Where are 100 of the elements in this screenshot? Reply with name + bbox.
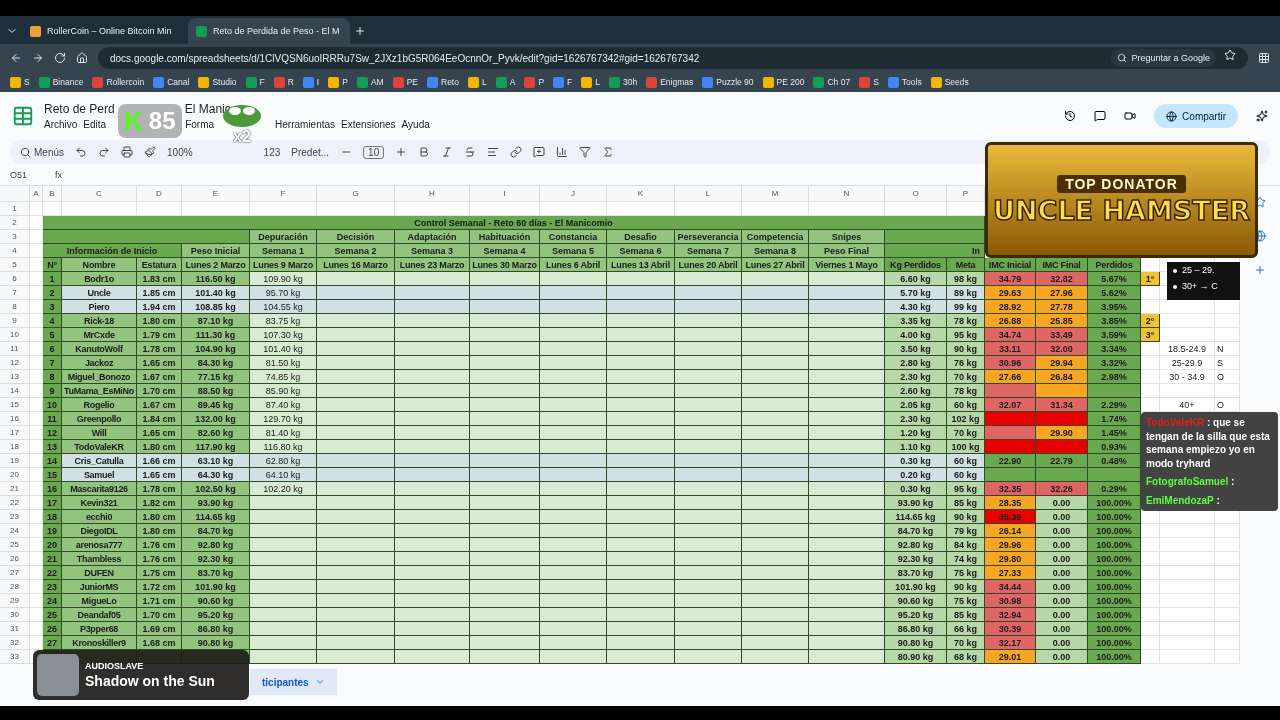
row-number[interactable]: 1 (0, 202, 30, 216)
row-number[interactable]: 30 (0, 608, 30, 622)
address-bar[interactable]: docs.google.com/spreadsheets/d/1ClVQSN6uoIRRRu7Sw_2JXz1bG5R064EeOcnnOr_Pyvk/edit?gid=1626767342#gid=1626767342 Preguntar a Google (98, 47, 1248, 69)
row-number[interactable]: 32 (0, 636, 30, 650)
row-number[interactable]: 19 (0, 454, 30, 468)
row-number[interactable]: 21 (0, 482, 30, 496)
row-number[interactable]: 28 (0, 580, 30, 594)
column-header[interactable]: I (470, 186, 540, 202)
row-number[interactable]: 2 (0, 216, 30, 230)
bookmark[interactable]: Tools (887, 76, 922, 88)
bookmark[interactable]: Puzzle 90 (702, 76, 754, 88)
bookmark[interactable]: AM (356, 76, 384, 88)
row-number[interactable]: 4 (0, 244, 30, 258)
bookmark[interactable]: Enigmas (646, 76, 694, 88)
column-header[interactable]: H (395, 186, 470, 202)
font-size-field[interactable]: 10 (363, 145, 385, 159)
menu-item[interactable]: Edita (83, 119, 107, 130)
row-number[interactable]: 5 (0, 258, 30, 272)
column-header[interactable]: M (742, 186, 809, 202)
sheet-cell (675, 510, 742, 524)
row-number[interactable]: 27 (0, 566, 30, 580)
sheet-cell (1141, 258, 1160, 272)
row-number[interactable]: 31 (0, 622, 30, 636)
menu-item[interactable]: Herramientas (275, 119, 336, 130)
column-header[interactable]: D (137, 186, 182, 202)
table-cell: 89 kg (947, 286, 985, 300)
column-header[interactable]: B (43, 186, 62, 202)
sheet-cell (675, 286, 742, 300)
column-header[interactable]: G (317, 186, 395, 202)
bookmark[interactable]: Ch 07 (813, 76, 851, 88)
browser-tab[interactable]: RollerCoin – Online Bitcoin Min (22, 18, 184, 44)
row-number[interactable]: 18 (0, 440, 30, 454)
share-button[interactable]: Compartir (1154, 104, 1238, 128)
banner-name: UNCLE HAMSTER (993, 194, 1250, 226)
menu-item[interactable]: Ayuda (401, 119, 430, 130)
row-number[interactable]: 25 (0, 538, 30, 552)
row-number[interactable]: 13 (0, 370, 30, 384)
row-number[interactable]: 17 (0, 426, 30, 440)
row-number[interactable]: 22 (0, 496, 30, 510)
row-number[interactable]: 11 (0, 342, 30, 356)
bookmark[interactable]: Binance (38, 76, 84, 88)
column-header[interactable]: K (607, 186, 675, 202)
bookmark[interactable]: Seeds (930, 76, 969, 88)
new-tab-icon[interactable] (354, 25, 366, 37)
menu-item[interactable]: Archivo (44, 119, 78, 130)
menu-item[interactable]: Extensiones (341, 119, 396, 130)
row-number[interactable]: 6 (0, 272, 30, 286)
stage-header: Desafio (607, 230, 675, 244)
column-header[interactable]: N (809, 186, 885, 202)
row-number[interactable]: 8 (0, 300, 30, 314)
sheet-tab[interactable]: ticipantes (250, 669, 337, 695)
menu-item[interactable]: Forma (185, 119, 215, 130)
browser-tab[interactable]: Reto de Perdida de Peso - El M (188, 18, 350, 44)
bookmark[interactable]: Rollercoin (92, 76, 145, 88)
column-header: Lunes 6 Abril (540, 258, 607, 272)
row-number[interactable]: 26 (0, 552, 30, 566)
stage-header: Decisión (317, 230, 395, 244)
bookmark[interactable]: 30h (609, 76, 638, 88)
column-header[interactable]: O (885, 186, 947, 202)
row-number[interactable]: 12 (0, 356, 30, 370)
row-number[interactable]: 24 (0, 524, 30, 538)
ask-button[interactable]: Preguntar a Google (1111, 49, 1216, 67)
row-number[interactable]: 33 (0, 650, 30, 664)
row-number[interactable]: 3 (0, 230, 30, 244)
bookmark[interactable]: Canal (153, 76, 190, 88)
sheet-cell (470, 650, 540, 664)
bookmark[interactable]: Studio (198, 76, 237, 88)
row-number[interactable]: 9 (0, 314, 30, 328)
menu-search[interactable]: Menús (20, 146, 64, 158)
bookmark[interactable]: Reto (427, 76, 459, 88)
column-header[interactable]: J (540, 186, 607, 202)
column-header[interactable]: C (62, 186, 137, 202)
number-format[interactable]: 123 (263, 146, 281, 158)
stage-header: Adaptación (395, 230, 470, 244)
sheet-cell (607, 566, 675, 580)
row-number[interactable]: 7 (0, 286, 30, 300)
row-number[interactable]: 29 (0, 594, 30, 608)
document-title[interactable]: Reto de Perd (44, 102, 115, 116)
cell-reference[interactable]: O51 (10, 169, 27, 180)
row-number[interactable]: 15 (0, 398, 30, 412)
zoom-select[interactable]: 100% (167, 146, 193, 158)
imc-cell: 0.00 (1036, 636, 1088, 650)
column-header[interactable]: A (30, 186, 43, 202)
imc-cell: 22.79 (1036, 454, 1088, 468)
bookmark[interactable]: PE (392, 76, 418, 88)
column-header[interactable]: L (675, 186, 742, 202)
row-number[interactable]: 23 (0, 510, 30, 524)
row-number[interactable]: 14 (0, 384, 30, 398)
bookmark[interactable]: PE 200 (762, 76, 805, 88)
sheet-cell (1141, 608, 1160, 622)
column-header[interactable]: P (947, 186, 985, 202)
font-select[interactable]: Predet... (291, 146, 330, 158)
row-index: 16 (43, 482, 62, 496)
column-header[interactable]: F (250, 186, 317, 202)
row-number[interactable]: 10 (0, 328, 30, 342)
row-number[interactable]: 16 (0, 412, 30, 426)
table-cell: 77.15 kg (182, 370, 250, 384)
imc-cell: 0.00 (1036, 566, 1088, 580)
row-number[interactable]: 20 (0, 468, 30, 482)
column-header[interactable]: E (182, 186, 250, 202)
